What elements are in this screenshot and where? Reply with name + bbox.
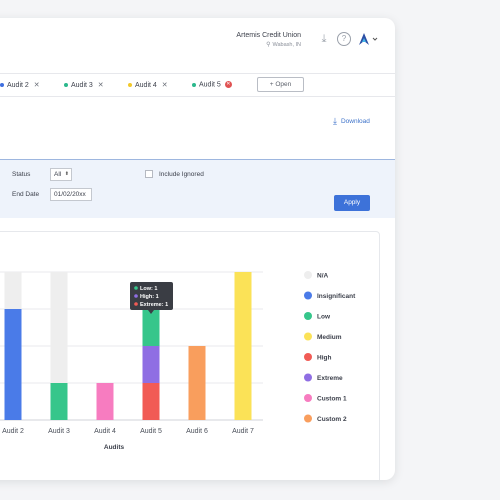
bar-segment[interactable] [4, 309, 22, 420]
tab-color-dot [0, 83, 4, 88]
end-date-field[interactable]: 01/02/20xx [50, 188, 92, 201]
x-axis-title: Audits [104, 444, 125, 451]
legend-label: Custom 2 [317, 416, 347, 423]
filter-panel: Status All ⬍ End Date 01/02/20xx Include … [0, 159, 395, 218]
legend-swatch [304, 394, 312, 402]
bar-segment[interactable] [4, 272, 22, 309]
legend-swatch [304, 414, 312, 423]
location-pin-icon: ⚲ [266, 42, 271, 48]
legend-label: Extreme [317, 375, 343, 382]
legend-swatch [304, 373, 312, 382]
close-icon[interactable]: ✕ [224, 81, 232, 88]
include-ignored-checkbox[interactable] [145, 170, 153, 178]
x-tick-label: Audit 2 [2, 428, 24, 435]
org-location-text: Wabash, IN [272, 42, 301, 48]
x-tick-label: Audit 3 [48, 428, 70, 435]
download-link[interactable]: ⤓ Download [333, 116, 370, 127]
bar-segment[interactable] [142, 346, 160, 383]
user-menu[interactable] [358, 32, 378, 46]
bar-segment[interactable] [188, 346, 206, 420]
tab-audit-5[interactable]: Audit 5 ✕ [192, 81, 232, 88]
audit-report-card: Artemis Credit Union ⚲ Wabash, IN ⤓ ? Aud… [0, 18, 395, 480]
tab-audit-2[interactable]: Audit 2 ✕ [0, 81, 40, 89]
download-icon: ⤓ [333, 116, 337, 126]
legend-label: N/A [317, 273, 329, 280]
org-location: ⚲ Wabash, IN [266, 41, 301, 48]
x-tick-label: Audit 5 [140, 428, 162, 435]
legend-swatch [304, 312, 312, 320]
open-audit-button[interactable]: + Open [257, 77, 304, 92]
tooltip-line: Low: 1 [140, 286, 157, 292]
tab-label: Audit 4 [135, 82, 157, 89]
bar-segment[interactable] [142, 383, 160, 420]
status-select-value: All [54, 171, 62, 178]
legend-swatch [304, 291, 312, 300]
tab-label: Audit 3 [71, 82, 93, 89]
stacked-bar-chart: Audit 2 Audit 3 Audit 4 Audit 5 Audit 6 Audit… [0, 271, 356, 451]
apply-button[interactable]: Apply [334, 195, 370, 211]
org-name: Artemis Credit Union [236, 32, 301, 39]
bar-segment[interactable] [234, 272, 252, 420]
status-label: Status [12, 171, 31, 178]
tab-color-dot [192, 82, 196, 87]
tab-label: Audit 2 [7, 82, 29, 89]
close-icon[interactable]: ✕ [34, 82, 40, 89]
help-icon[interactable]: ? [337, 32, 351, 46]
download-tray-icon[interactable]: ⤓ [317, 32, 331, 46]
include-ignored-label: Include Ignored [159, 171, 204, 178]
tab-label: Audit 5 [199, 81, 221, 89]
close-icon[interactable]: ✕ [98, 82, 104, 89]
tooltip-swatch [134, 294, 138, 298]
legend-label: High [317, 355, 331, 362]
legend-swatch [304, 353, 312, 361]
legend-swatch [304, 332, 312, 341]
select-caret-icon: ⬍ [64, 171, 69, 177]
legend-label: Insignificant [317, 293, 356, 300]
bar-segment[interactable] [50, 383, 68, 420]
x-tick-label: Audit 7 [232, 428, 254, 435]
status-select[interactable]: All ⬍ [50, 168, 72, 181]
tooltip-swatch [134, 302, 138, 306]
tooltip-line: Extreme: 1 [140, 302, 168, 308]
tab-audit-3[interactable]: Audit 3 ✕ [64, 81, 104, 89]
tooltip-line: High: 1 [140, 294, 159, 300]
tab-color-dot [64, 83, 68, 88]
tooltip-swatch [134, 286, 138, 290]
x-tick-label: Audit 4 [94, 428, 116, 435]
chart-panel: Audit 2 Audit 3 Audit 4 Audit 5 Audit 6 Audit… [0, 231, 380, 480]
audit-tabs: Audit 2 ✕ Audit 3 ✕ Audit 4 ✕ Audit 5 ✕ [0, 73, 395, 97]
legend-label: Medium [317, 334, 342, 341]
download-label: Download [340, 118, 370, 126]
user-logo-icon [359, 33, 378, 45]
legend-swatch [304, 271, 312, 279]
bar-segment[interactable] [50, 272, 68, 383]
x-tick-label: Audit 6 [186, 428, 208, 435]
end-date-label: End Date [12, 191, 40, 198]
bar-segment[interactable] [142, 309, 160, 346]
tab-audit-4[interactable]: Audit 4 ✕ [128, 81, 168, 89]
bar-segment[interactable] [96, 383, 114, 420]
tab-color-dot [128, 83, 132, 88]
legend-label: Low [317, 314, 331, 321]
close-icon[interactable]: ✕ [162, 82, 168, 89]
legend-label: Custom 1 [317, 396, 347, 403]
